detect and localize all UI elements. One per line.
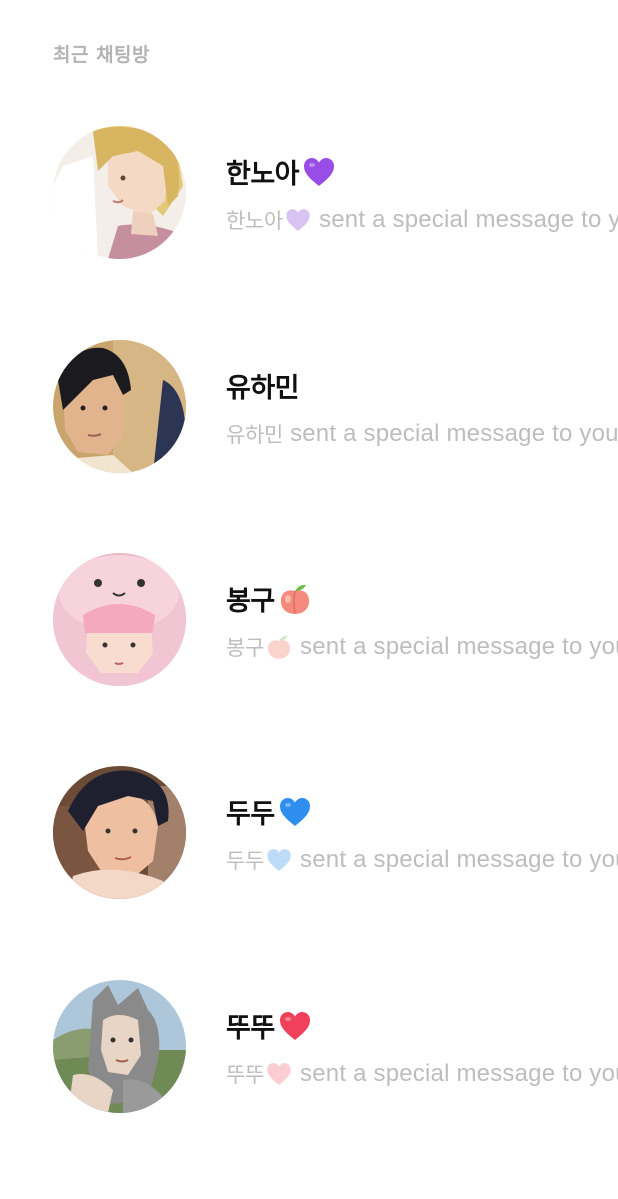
chat-name: 한노아 <box>226 159 300 190</box>
preview-message: sent a special message to you <box>300 846 618 873</box>
avatar-image <box>53 980 186 1113</box>
avatar[interactable] <box>53 766 186 899</box>
chat-name: 두두 <box>226 799 275 830</box>
chat-name-row: 두두 <box>226 792 313 831</box>
preview-sender: 두두 <box>226 849 265 873</box>
avatar[interactable] <box>53 340 186 473</box>
preview-message: sent a special message to you <box>300 633 618 660</box>
avatar-image <box>53 766 186 899</box>
chat-list: 한노아 한노아 sent a special message to you 유하… <box>0 0 618 1199</box>
preview-sender: 뚜뚜 <box>226 1063 265 1087</box>
avatar-image <box>53 126 186 259</box>
avatar[interactable] <box>53 980 186 1113</box>
chat-item-bonggu[interactable]: 봉구 봉구 sent a special message to you <box>0 553 618 693</box>
blue-heart-icon <box>265 846 293 874</box>
avatar-image <box>53 553 186 686</box>
chat-preview: 봉구 sent a special message to you <box>226 632 618 662</box>
avatar-image <box>53 340 186 473</box>
chat-item-dudu[interactable]: 두두 두두 sent a special message to you <box>0 766 618 906</box>
preview-sender: 유하민 <box>226 423 284 447</box>
preview-message: sent a special message to you <box>300 1060 618 1087</box>
chat-name-row: 한노아 <box>226 152 337 191</box>
chat-name: 봉구 <box>226 586 275 617</box>
chat-preview: 한노아 sent a special message to you <box>226 205 618 235</box>
avatar[interactable] <box>53 126 186 259</box>
chat-item-hannoa[interactable]: 한노아 한노아 sent a special message to you <box>0 126 618 266</box>
chat-item-ttuttu[interactable]: 뚜뚜 뚜뚜 sent a special message to you <box>0 980 618 1120</box>
chat-name-row: 뚜뚜 <box>226 1006 313 1045</box>
preview-sender: 봉구 <box>226 636 265 660</box>
red-heart-icon <box>277 1008 313 1044</box>
chat-preview: 유하민 sent a special message to you <box>226 419 618 449</box>
peach-icon <box>265 633 293 661</box>
purple-heart-icon <box>301 154 337 190</box>
chat-name: 뚜뚜 <box>226 1013 275 1044</box>
chat-name-row: 봉구 <box>226 579 313 618</box>
preview-message: sent a special message to you <box>319 206 618 233</box>
red-heart-icon <box>265 1060 293 1088</box>
purple-heart-icon <box>284 206 312 234</box>
avatar[interactable] <box>53 553 186 686</box>
preview-message: sent a special message to you <box>290 420 618 447</box>
preview-sender: 한노아 <box>226 209 284 233</box>
chat-name: 유하민 <box>226 373 300 404</box>
chat-name-row: 유하민 <box>226 366 300 405</box>
chat-preview: 두두 sent a special message to you <box>226 845 618 875</box>
chat-item-yuhamin[interactable]: 유하민 유하민 sent a special message to you <box>0 340 618 480</box>
blue-heart-icon <box>277 794 313 830</box>
peach-icon <box>277 581 313 617</box>
chat-preview: 뚜뚜 sent a special message to you <box>226 1059 618 1089</box>
